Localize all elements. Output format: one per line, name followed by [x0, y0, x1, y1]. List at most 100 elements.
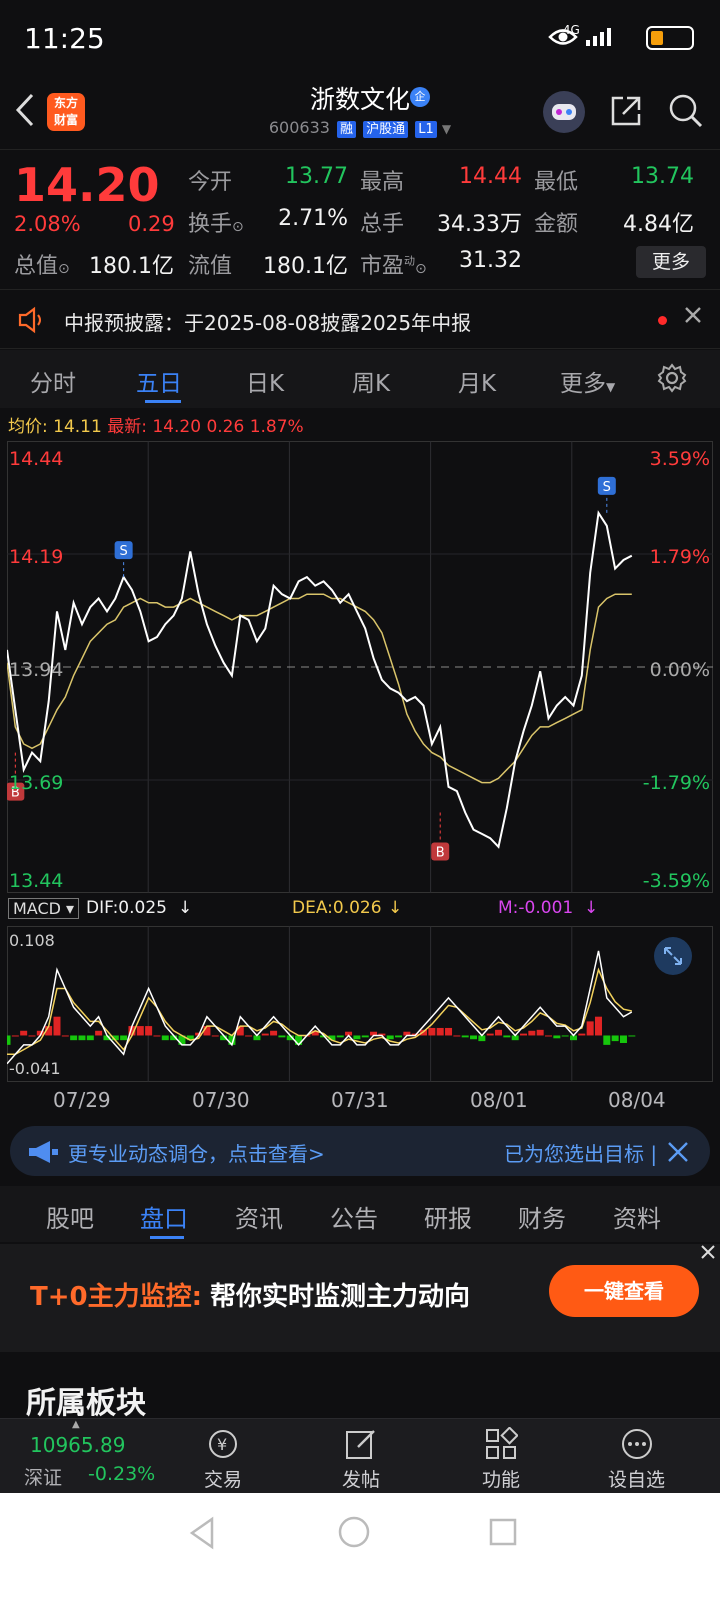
- tab-daily-k[interactable]: 日K: [246, 364, 284, 398]
- change-amount: 0.29: [128, 212, 175, 236]
- y-tick-min: 13.44: [9, 870, 63, 892]
- macd-bar: [353, 1035, 361, 1040]
- index-name[interactable]: 深证: [24, 1463, 62, 1490]
- dea-line: [7, 967, 632, 1056]
- sector-section: 所属板块: [0, 1362, 720, 1421]
- market-cap-value: 180.1亿: [89, 254, 174, 279]
- search-button[interactable]: [668, 93, 703, 128]
- signal-icon: [586, 28, 611, 46]
- svg-text:S: S: [603, 480, 611, 495]
- volume-label: 总手: [360, 212, 405, 237]
- search-icon: [669, 94, 703, 128]
- macd-bar: [536, 1029, 544, 1036]
- assistant-robot-icon[interactable]: [543, 91, 585, 133]
- tab-profile[interactable]: 资料: [613, 1199, 661, 1234]
- functions-button[interactable]: 功能: [468, 1419, 538, 1494]
- macd-bar: [545, 1035, 553, 1037]
- grid-icon: [486, 1427, 518, 1459]
- date-tick: 07/29: [53, 1088, 111, 1112]
- macd-bar: [278, 1035, 286, 1038]
- indicator-selector[interactable]: MACD ▾: [8, 898, 80, 919]
- tab-intraday[interactable]: 分时: [30, 364, 76, 398]
- tab-announcements[interactable]: 公告: [330, 1199, 378, 1234]
- stock-header: 东方 财富 浙数文化 企 600633 融 沪股通 L1 ▼: [0, 78, 720, 150]
- y-pct-min: -3.59%: [643, 870, 710, 892]
- pe-label: 市盈动⊙: [360, 254, 427, 279]
- nav-back-icon[interactable]: [186, 1515, 218, 1551]
- expand-chart-button[interactable]: [654, 937, 692, 975]
- macd-chart[interactable]: 0.108 -0.041: [7, 926, 713, 1082]
- notice-bar[interactable]: 中报预披露：于2025-08-08披露2025年中报: [0, 291, 720, 349]
- market-cap-label: 总值⊙: [14, 254, 70, 279]
- tab-more[interactable]: 更多▼: [560, 364, 615, 398]
- notice-close-button[interactable]: [682, 303, 704, 333]
- macd-bar: [461, 1035, 469, 1038]
- tab-financials[interactable]: 财务: [518, 1199, 566, 1234]
- macd-bar: [445, 1027, 453, 1036]
- ad-close-button[interactable]: [700, 1244, 716, 1265]
- promo-link[interactable]: 更专业动态调仓，点击查看>: [68, 1138, 325, 1167]
- macd-bar: [594, 1016, 602, 1036]
- tab-orderbook[interactable]: 盘口: [140, 1199, 188, 1234]
- promo-close-button[interactable]: [666, 1132, 690, 1172]
- close-icon: [668, 1142, 688, 1162]
- edit-icon: [346, 1430, 375, 1459]
- macd-bar: [86, 1035, 94, 1041]
- macd-bar: [20, 1030, 28, 1036]
- unread-dot: [658, 316, 667, 325]
- dropdown-icon: ▼: [441, 122, 452, 136]
- macd-bar: [136, 1026, 144, 1036]
- volume-value: 34.33万: [437, 212, 522, 237]
- more-button[interactable]: 更多: [636, 246, 706, 278]
- clock: 11:25: [24, 22, 105, 55]
- chart-settings-button[interactable]: [656, 362, 688, 398]
- macd-bar: [120, 1035, 128, 1041]
- tab-forum[interactable]: 股吧: [46, 1199, 94, 1234]
- more-circle-icon: [622, 1429, 652, 1459]
- quote-panel: 14.20 2.08% 0.29 今开 13.77 最高 14.44 最低 13…: [0, 150, 720, 290]
- ad-banner[interactable]: T+0主力监控: 帮你实时监测主力动向 一键查看: [0, 1244, 720, 1352]
- post-button[interactable]: 发帖: [328, 1419, 398, 1494]
- trade-button[interactable]: ¥ 交易: [190, 1419, 260, 1494]
- nav-recents-icon[interactable]: [488, 1517, 518, 1547]
- tab-research[interactable]: 研报: [424, 1199, 472, 1234]
- macd-bar: [553, 1035, 561, 1039]
- section-title: 所属板块: [26, 1386, 146, 1421]
- macd-bar: [628, 1035, 636, 1037]
- macd-bar: [395, 1035, 403, 1038]
- sell-marker: S: [597, 476, 616, 513]
- index-value[interactable]: 10965.89: [30, 1433, 125, 1457]
- tab-five-day[interactable]: 五日: [136, 364, 182, 398]
- float-cap-value: 180.1亿: [263, 254, 348, 279]
- tab-monthly-k[interactable]: 月K: [458, 364, 496, 398]
- macd-bar: [503, 1035, 511, 1038]
- five-day-price-chart[interactable]: BSBS 14.44 14.19 13.94 13.69 13.44 3.59%…: [7, 441, 713, 893]
- y-pct-high: 1.79%: [650, 546, 710, 568]
- macd-bar: [161, 1035, 169, 1041]
- y-tick-ref: 13.94: [9, 659, 63, 681]
- macd-bar: [28, 1035, 36, 1037]
- m-label: M:-0.001: [498, 898, 574, 918]
- promo-banner[interactable]: 更专业动态调仓，点击查看> 已为您选出目标 |: [10, 1126, 710, 1176]
- stock-code: 600633: [268, 118, 330, 137]
- add-watchlist-button[interactable]: 设自选: [598, 1419, 688, 1494]
- macd-bar: [295, 1035, 303, 1045]
- low-label: 最低: [534, 170, 579, 195]
- macd-bar: [78, 1035, 86, 1041]
- ad-view-button[interactable]: 一键查看: [549, 1265, 699, 1317]
- index-change[interactable]: -0.23%: [88, 1463, 155, 1485]
- price-legend: 均价: 14.11 最新: 14.20 0.26 1.87%: [8, 417, 304, 437]
- promo-hint[interactable]: 已为您选出目标 |: [504, 1138, 657, 1167]
- macd-bar: [336, 1035, 344, 1038]
- turnover-label: 换手⊙: [188, 212, 244, 237]
- low-value: 13.74: [631, 164, 694, 189]
- date-tick: 07/30: [192, 1088, 250, 1112]
- tab-news[interactable]: 资讯: [235, 1199, 283, 1234]
- system-nav-bar: [0, 1493, 720, 1600]
- macd-bar: [211, 1035, 219, 1037]
- avg-price: 14.11: [53, 417, 102, 437]
- share-button[interactable]: [609, 94, 641, 126]
- y-tick-max: 14.44: [9, 448, 63, 470]
- nav-home-icon[interactable]: [337, 1515, 371, 1549]
- tab-weekly-k[interactable]: 周K: [352, 364, 390, 398]
